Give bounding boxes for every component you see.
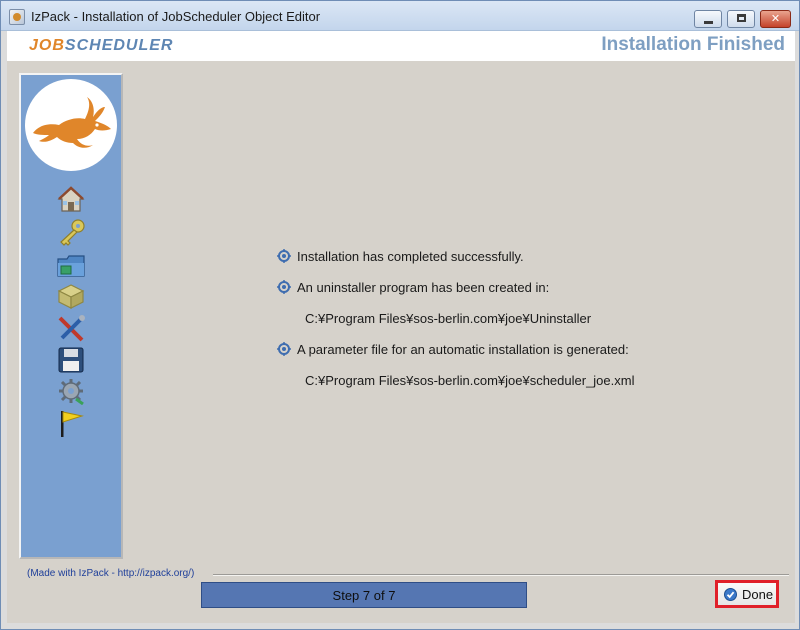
message-parameter-file: A parameter file for an automatic instal… [277,342,629,357]
uninstaller-path: C:¥Program Files¥sos-berlin.com¥joe¥Unin… [305,311,592,326]
logo-scheduler: SCHEDULER [64,37,174,54]
tools-icon [56,314,86,342]
header-band: JOBSCHEDULER Installation Finished [7,31,795,61]
message-completed: Installation has completed successfully. [277,249,524,264]
checkmark-icon [724,588,737,601]
gear-icon [56,377,86,405]
rabbit-icon [33,97,111,148]
flag-icon [56,409,86,437]
izpack-credit: (Made with IzPack - http://izpack.org/) [27,568,195,579]
jobscheduler-logo: JOBSCHEDULER [29,37,173,55]
title-bar[interactable]: IzPack - Installation of JobScheduler Ob… [1,1,799,31]
done-button-label: Done [742,587,774,602]
info-gear-icon [277,249,291,263]
floppy-disk-icon [56,346,86,374]
message-completed-text: Installation has completed successfully. [297,249,524,264]
installer-window: IzPack - Installation of JobScheduler Ob… [0,0,800,630]
close-icon: ✕ [770,12,781,25]
finish-messages: Installation has completed successfully.… [277,241,757,401]
content-area: Installation has completed successfully.… [7,61,795,623]
package-icon [56,282,86,310]
window-title: IzPack - Installation of JobScheduler Ob… [31,9,321,24]
key-icon [56,218,86,246]
folder-icon [56,251,86,279]
logo-job: JOB [29,37,65,54]
done-button[interactable]: Done [715,580,779,608]
step-progress-bar: Step 7 of 7 [201,582,527,608]
parameter-file-path: C:¥Program Files¥sos-berlin.com¥joe¥sche… [305,373,635,388]
panel-title: Installation Finished [601,34,785,55]
rabbit-logo [25,79,117,171]
message-uninstaller: An uninstaller program has been created … [277,280,549,295]
message-parameter-file-text: A parameter file for an automatic instal… [297,342,629,357]
minimize-button[interactable] [694,10,722,28]
close-button[interactable]: ✕ [760,10,791,28]
info-gear-icon [277,342,291,356]
footer-divider [213,574,789,576]
info-gear-icon [277,280,291,294]
maximize-icon [737,14,746,22]
maximize-button[interactable] [727,10,755,28]
message-uninstaller-text: An uninstaller program has been created … [297,280,550,295]
minimize-icon [704,21,713,24]
app-icon [9,9,25,25]
home-icon [56,185,86,213]
progress-label: Step 7 of 7 [332,588,396,603]
steps-sidebar [19,73,123,559]
